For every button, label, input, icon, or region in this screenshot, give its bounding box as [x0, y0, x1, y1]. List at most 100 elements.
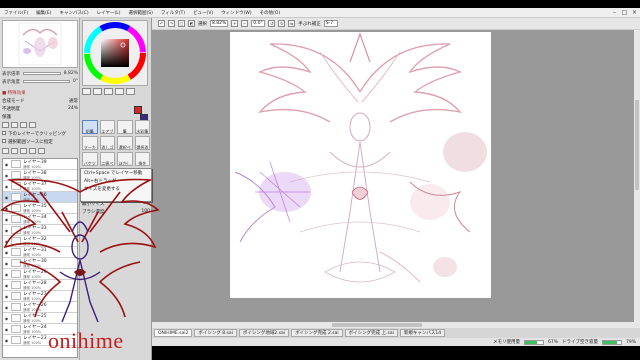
menu-selection[interactable]: 選択範囲(S) — [125, 10, 157, 16]
copy-layer-icon[interactable] — [20, 148, 27, 154]
delete-layer-icon[interactable] — [38, 148, 45, 154]
maximize-button[interactable]: □ — [620, 9, 629, 17]
tool-button[interactable]: 選択消し — [134, 136, 150, 150]
tool-button[interactable]: 鉛筆 — [82, 120, 98, 134]
zoom-out-icon[interactable]: − — [241, 20, 249, 27]
opacity-row[interactable]: 不透明度 24% — [2, 106, 78, 112]
menu-layer[interactable]: レイヤー(L) — [93, 10, 125, 16]
clip-row[interactable]: 下のレイヤーでクリッピング — [2, 131, 78, 137]
popup-item[interactable]: Alt+右ドラッグ — [81, 177, 151, 185]
menu-edit[interactable]: 編集(E) — [32, 10, 55, 16]
vertical-scroll-thumb[interactable] — [635, 100, 639, 190]
zoom-slider[interactable] — [23, 72, 61, 75]
layer-row[interactable]: ◉ レイヤー36 通常 24% — [3, 192, 77, 203]
opacity-value[interactable]: 24% — [68, 106, 78, 112]
rotate-left-icon[interactable]: ↺ — [268, 20, 276, 27]
navigator-preview[interactable] — [2, 20, 78, 68]
layer-row[interactable]: ◉ レイヤー34 通常 100% — [3, 214, 77, 225]
link-icon[interactable] — [20, 122, 27, 128]
close-button[interactable]: × — [630, 9, 639, 17]
layer-row[interactable]: ◉ レイヤー38 通常 100% — [3, 170, 77, 181]
zoom-in-icon[interactable]: + — [231, 20, 239, 27]
eye-icon[interactable]: ◉ — [4, 228, 9, 233]
popup-item[interactable]: サイズを変更する — [81, 185, 151, 193]
wheel-tab[interactable] — [82, 88, 91, 95]
layer-row[interactable]: ◉ レイヤー26 通常 100% — [3, 302, 77, 313]
tool-button[interactable]: 二値ペン — [99, 152, 115, 166]
hsv-tab[interactable] — [104, 88, 113, 95]
menu-other[interactable]: その他(O) — [256, 10, 285, 16]
document-tab[interactable]: ボイシング完成 2.sai — [291, 329, 343, 337]
undo-icon[interactable]: ↶ — [158, 20, 165, 27]
tool-button[interactable]: ぼかし — [117, 152, 133, 166]
vertical-scrollbar[interactable] — [634, 30, 640, 328]
tool-button[interactable]: エアブラシ — [99, 120, 115, 134]
alpha-lock-icon[interactable] — [11, 122, 18, 128]
eye-icon[interactable]: ◉ — [4, 195, 9, 200]
tool-button[interactable]: 消しゴム — [99, 136, 115, 150]
brush-density-row[interactable]: ブラシ濃度 100 — [82, 209, 150, 215]
layer-row[interactable]: ◉ レイヤー31 通常 100% — [3, 247, 77, 258]
rotate-right-icon[interactable]: ↻ — [278, 20, 286, 27]
drawing-canvas[interactable] — [230, 32, 491, 298]
eye-icon[interactable]: ◉ — [4, 327, 9, 332]
invert-selection-icon[interactable]: ◩ — [188, 20, 195, 27]
eye-icon[interactable]: ◉ — [4, 217, 9, 222]
layer-row[interactable]: ◉ レイヤー29 通常 100% — [3, 269, 77, 280]
eye-icon[interactable]: ◉ — [4, 283, 9, 288]
menu-canvas[interactable]: キャンバス(C) — [55, 10, 92, 16]
color-wheel[interactable] — [82, 20, 148, 86]
rgb-tab[interactable] — [93, 88, 102, 95]
flip-icon[interactable]: ⇆ — [288, 20, 296, 27]
layer-row[interactable]: ◉ レイヤー28 通常 100% — [3, 280, 77, 291]
merge-down-icon[interactable] — [29, 148, 36, 154]
tool-button[interactable]: 選択ペン — [117, 136, 133, 150]
layer-row[interactable]: ◉ レイヤー27 通常 100% — [3, 291, 77, 302]
lock-icon[interactable] — [2, 122, 9, 128]
tool-button[interactable]: 筆 — [117, 120, 133, 134]
canvas-area[interactable] — [152, 30, 640, 328]
new-folder-icon[interactable] — [11, 148, 18, 154]
document-tab[interactable]: ONIHIME.sai2 — [154, 329, 193, 337]
effects-header[interactable]: ■ 特殊効果 — [2, 90, 78, 96]
eye-icon[interactable]: ◉ — [4, 239, 9, 244]
horizontal-scroll-thumb[interactable] — [332, 323, 422, 327]
layer-row[interactable]: ◉ レイヤー37 通常 100% — [3, 181, 77, 192]
eye-icon[interactable]: ◉ — [4, 316, 9, 321]
blend-mode-select[interactable]: 通常 — [69, 98, 78, 104]
blend-mode-row[interactable]: 合成モード 通常 — [2, 98, 78, 104]
layer-row[interactable]: ◉ レイヤー35 通常 100% — [3, 203, 77, 214]
layer-row[interactable]: ◉ レイヤー30 通常 100% — [3, 258, 77, 269]
eye-icon[interactable]: ◉ — [4, 162, 9, 167]
tool-button[interactable]: 指先 — [134, 152, 150, 166]
document-tab[interactable]: ボイシング 8.sai — [194, 329, 237, 337]
menu-window[interactable]: ウィンドウ(W) — [217, 10, 255, 16]
stabilizer-field[interactable]: S-7 — [323, 20, 338, 27]
layer-row[interactable]: ◉ レイヤー25 通常 100% — [3, 313, 77, 324]
new-layer-icon[interactable] — [2, 148, 9, 154]
select-source-checkbox[interactable] — [2, 139, 6, 143]
eye-icon[interactable]: ◉ — [4, 272, 9, 277]
redo-icon[interactable]: ↷ — [168, 20, 175, 27]
tool-button[interactable]: バケツ — [82, 152, 98, 166]
rotation-field[interactable]: 0.0° — [251, 20, 266, 27]
document-tab[interactable]: 新規キャンバス14 — [399, 329, 446, 337]
eye-icon[interactable]: ◉ — [4, 173, 9, 178]
eye-icon[interactable]: ◉ — [4, 206, 9, 211]
paint-lock-icon[interactable] — [29, 122, 36, 128]
select-source-row[interactable]: 選択範囲ソースに指定 — [2, 139, 78, 145]
clip-checkbox[interactable] — [2, 131, 6, 135]
layer-row[interactable]: ◉ レイヤー32 通常 100% — [3, 236, 77, 247]
document-tab[interactable]: ボイシング地域2.sai — [238, 329, 290, 337]
primary-color-swatch[interactable] — [134, 106, 142, 114]
brush-density-value[interactable]: 100 — [141, 209, 150, 215]
eye-icon[interactable]: ◉ — [4, 261, 9, 266]
document-tab[interactable]: ボイシング完成 上.sai — [344, 329, 398, 337]
layer-row[interactable]: ◉ レイヤー33 通常 100% — [3, 225, 77, 236]
eye-icon[interactable]: ◉ — [4, 338, 9, 343]
tool-button[interactable]: マーカー — [82, 136, 98, 150]
layer-row[interactable]: ◉ レイヤー39 通常 100% — [3, 159, 77, 170]
deselect-icon[interactable]: ▢ — [178, 20, 185, 27]
mixer-tab[interactable] — [126, 88, 135, 95]
palette-tab[interactable] — [115, 88, 124, 95]
